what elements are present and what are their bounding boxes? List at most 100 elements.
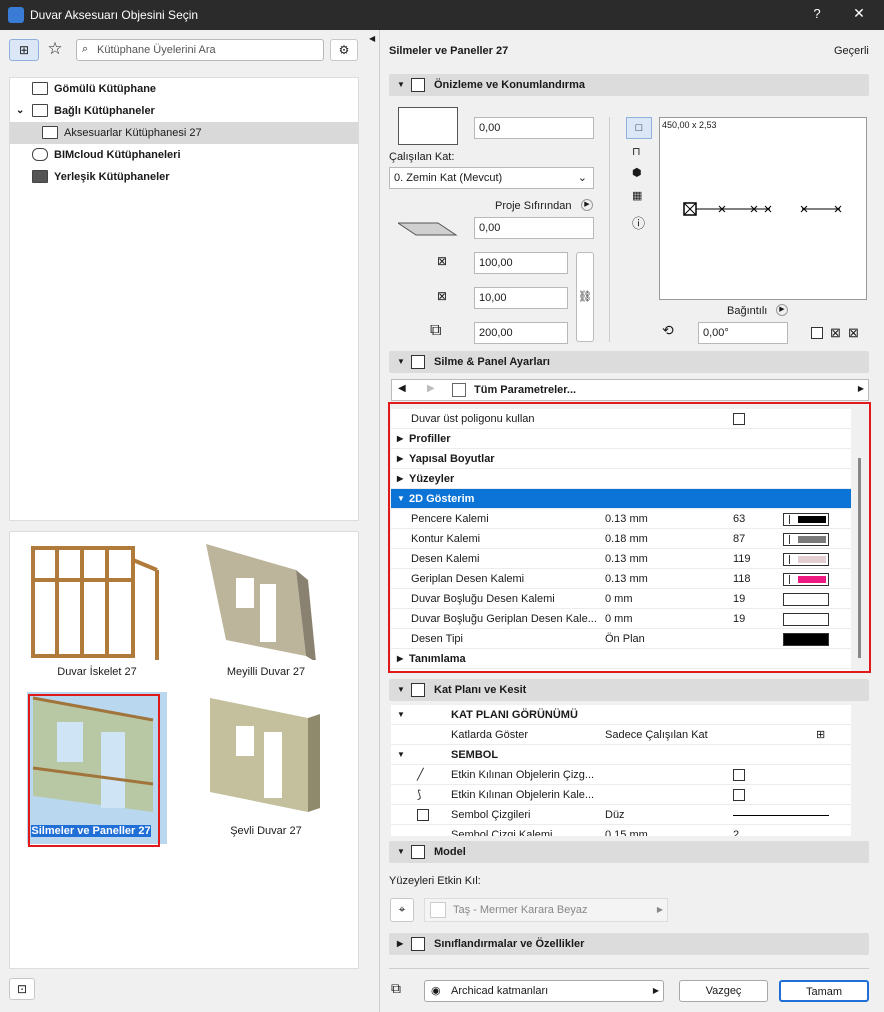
project-zero-icon	[396, 215, 458, 239]
plan-row-symbol-pen[interactable]: Sembol Çizgi Kalemi 0.15 mm 2	[391, 825, 851, 836]
library-icon	[32, 104, 48, 117]
window-title: Duvar Aksesuarı Objesini Seçin	[30, 8, 199, 22]
selection-highlight	[28, 694, 160, 847]
preview-icon	[411, 78, 425, 92]
sloped-wall-image	[206, 544, 316, 662]
library-tree[interactable]: Gömülü Kütüphane ⌄ Bağlı Kütüphaneler Ak…	[9, 77, 359, 521]
param-nav[interactable]: ◀ ▶ Tüm Parametreler... ▶	[391, 379, 869, 401]
section-model[interactable]: ▼ Model	[389, 841, 869, 863]
plan-row-show[interactable]: Katlarda Göster Sadece Çalışılan Kat ⊞	[391, 725, 851, 745]
model-icon	[411, 845, 425, 859]
project-zero-input[interactable]: 0,00	[474, 217, 594, 239]
plan-row-pens[interactable]: ⟆ Etkin Kılınan Objelerin Kale...	[391, 785, 851, 805]
chevron-right-icon[interactable]: ▶	[581, 199, 593, 211]
surface-select[interactable]: Taş - Mermer Karara Beyaz ▶	[424, 898, 668, 922]
height-input[interactable]: 200,00	[474, 322, 568, 344]
chevron-down-icon[interactable]: ⌄	[16, 100, 24, 122]
section-preview[interactable]: ▼ Önizleme ve Konumlandırma	[389, 74, 869, 96]
tree-item-embedded[interactable]: Gömülü Kütüphane	[10, 78, 358, 100]
settings-gear-icon[interactable]: ⚙	[330, 39, 358, 61]
mirror-checkbox[interactable]	[811, 327, 823, 339]
line-sample	[733, 815, 829, 816]
library-view-icon[interactable]: ⊞	[9, 39, 39, 61]
settings-icon	[411, 355, 425, 369]
plan-group-symbol[interactable]: ▼ SEMBOL	[391, 745, 851, 765]
ok-button[interactable]: Tamam	[779, 980, 869, 1002]
eye-icon: ◉	[431, 985, 441, 997]
surface-label: Yüzeyleri Etkin Kıl:	[389, 875, 481, 887]
status-text: Geçerli	[834, 45, 869, 57]
section-classification[interactable]: ▶ Sınıflandırmalar ve Özellikler	[389, 933, 869, 955]
mirror-y-icon: ⊠	[848, 325, 859, 340]
divider	[609, 117, 610, 342]
bimcloud-icon	[32, 148, 48, 161]
chevron-right-icon[interactable]: ▶	[776, 304, 788, 316]
library-icon	[32, 82, 48, 95]
angle-input[interactable]: 0,00°	[698, 322, 788, 344]
plan-row-symbol-lines[interactable]: Sembol Çizgileri Düz	[391, 805, 851, 825]
surface-swatch	[430, 902, 446, 918]
collapse-arrow-icon[interactable]: ◀	[369, 34, 375, 43]
chevron-right-icon: ▶	[857, 384, 864, 393]
prev-arrow-icon[interactable]: ◀	[398, 383, 406, 394]
layers-icon: ⧉	[391, 980, 401, 996]
view-2d-icon[interactable]: □	[626, 117, 652, 139]
thumb-beveled-wall[interactable]: Şevli Duvar 27	[196, 692, 336, 844]
search-input[interactable]: ⌕ Kütüphane Üyelerini Ara	[76, 39, 324, 61]
beveled-wall-image	[210, 698, 320, 812]
cancel-button[interactable]: Vazgeç	[679, 980, 768, 1002]
plan-group-display[interactable]: ▼ KAT PLANI GÖRÜNÜMÜ	[391, 705, 851, 725]
depth-input[interactable]: 10,00	[474, 287, 568, 309]
favorites-star-icon[interactable]: ☆	[44, 39, 66, 61]
width-input[interactable]: 100,00	[474, 252, 568, 274]
override-pens-checkbox[interactable]	[733, 789, 745, 801]
section-settings[interactable]: ▼ Silme & Panel Ayarları	[389, 351, 869, 373]
help-button[interactable]: ?	[806, 6, 828, 21]
tree-item-accessories[interactable]: Aksesuarlar Kütüphanesi 27	[10, 122, 358, 144]
rotation-icon: ⟲	[662, 322, 674, 338]
next-arrow-icon[interactable]: ▶	[427, 383, 435, 394]
library-manager-icon[interactable]: ⊡	[9, 978, 35, 1000]
paint-brush-icon[interactable]: ⌖	[390, 898, 414, 922]
depth-icon: ⊠	[437, 289, 448, 303]
view-section-icon[interactable]: ▦	[632, 189, 642, 202]
close-button[interactable]: ✕	[848, 5, 870, 22]
layers-select[interactable]: ◉ Archicad katmanları ▶	[424, 980, 664, 1002]
wall-frame-image	[31, 546, 159, 665]
view-3d-icon[interactable]: ⬢	[632, 166, 642, 179]
preview-canvas[interactable]: 450,00 x 2,53	[659, 117, 867, 300]
param-list-icon	[452, 383, 466, 397]
story-label: Çalışılan Kat:	[389, 151, 455, 163]
thumb-wall-frame[interactable]: Duvar İskelet 27	[27, 540, 167, 690]
chevron-right-icon: ▶	[656, 905, 663, 914]
view-elev-icon[interactable]: ⊓	[632, 145, 641, 158]
story-select[interactable]: 0. Zemin Kat (Mevcut) ⌄	[389, 167, 594, 189]
info-icon[interactable]: ⓘ	[632, 213, 645, 232]
override-lines-checkbox[interactable]	[733, 769, 745, 781]
plan-row-lines[interactable]: ╱ Etkin Kılınan Objelerin Çizg...	[391, 765, 851, 785]
chain-link-icon[interactable]: ⛓	[576, 252, 594, 342]
classification-icon	[411, 937, 425, 951]
elevation-icon	[398, 107, 458, 145]
tree-item-bimcloud[interactable]: BIMcloud Kütüphaneleri	[10, 144, 358, 166]
title-bar: Duvar Aksesuarı Objesini Seçin ? ✕	[0, 0, 884, 30]
plan-row-clip: Sembol Çizgi Kalemi 0.15 mm 2	[391, 825, 851, 836]
param-selector[interactable]: Tüm Parametreler...	[474, 384, 576, 396]
splitter[interactable]	[379, 30, 380, 1012]
grid-highlight	[388, 402, 871, 673]
pen-override-icon: ⟆	[417, 789, 422, 801]
search-placeholder: Kütüphane Üyelerini Ara	[97, 44, 216, 56]
section-plan[interactable]: ▼ Kat Planı ve Kesit	[389, 679, 869, 701]
footer-divider	[389, 968, 869, 969]
tree-item-builtin[interactable]: Yerleşik Kütüphaneler	[10, 166, 358, 188]
chevron-down-icon: ⌄	[577, 172, 587, 184]
preview-dims: 450,00 x 2,53	[662, 120, 717, 130]
tree-item-linked[interactable]: ⌄ Bağlı Kütüphaneler	[10, 100, 358, 122]
folder-icon	[32, 170, 48, 183]
elevation-input[interactable]: 0,00	[474, 117, 594, 139]
project-zero-label: Proje Sıfırından	[495, 200, 572, 212]
symbol-lines-checkbox[interactable]	[417, 809, 429, 821]
width-icon: ⊠	[437, 254, 448, 268]
thumb-sloped-wall[interactable]: Meyilli Duvar 27	[196, 540, 336, 690]
plan-icon	[411, 683, 425, 697]
